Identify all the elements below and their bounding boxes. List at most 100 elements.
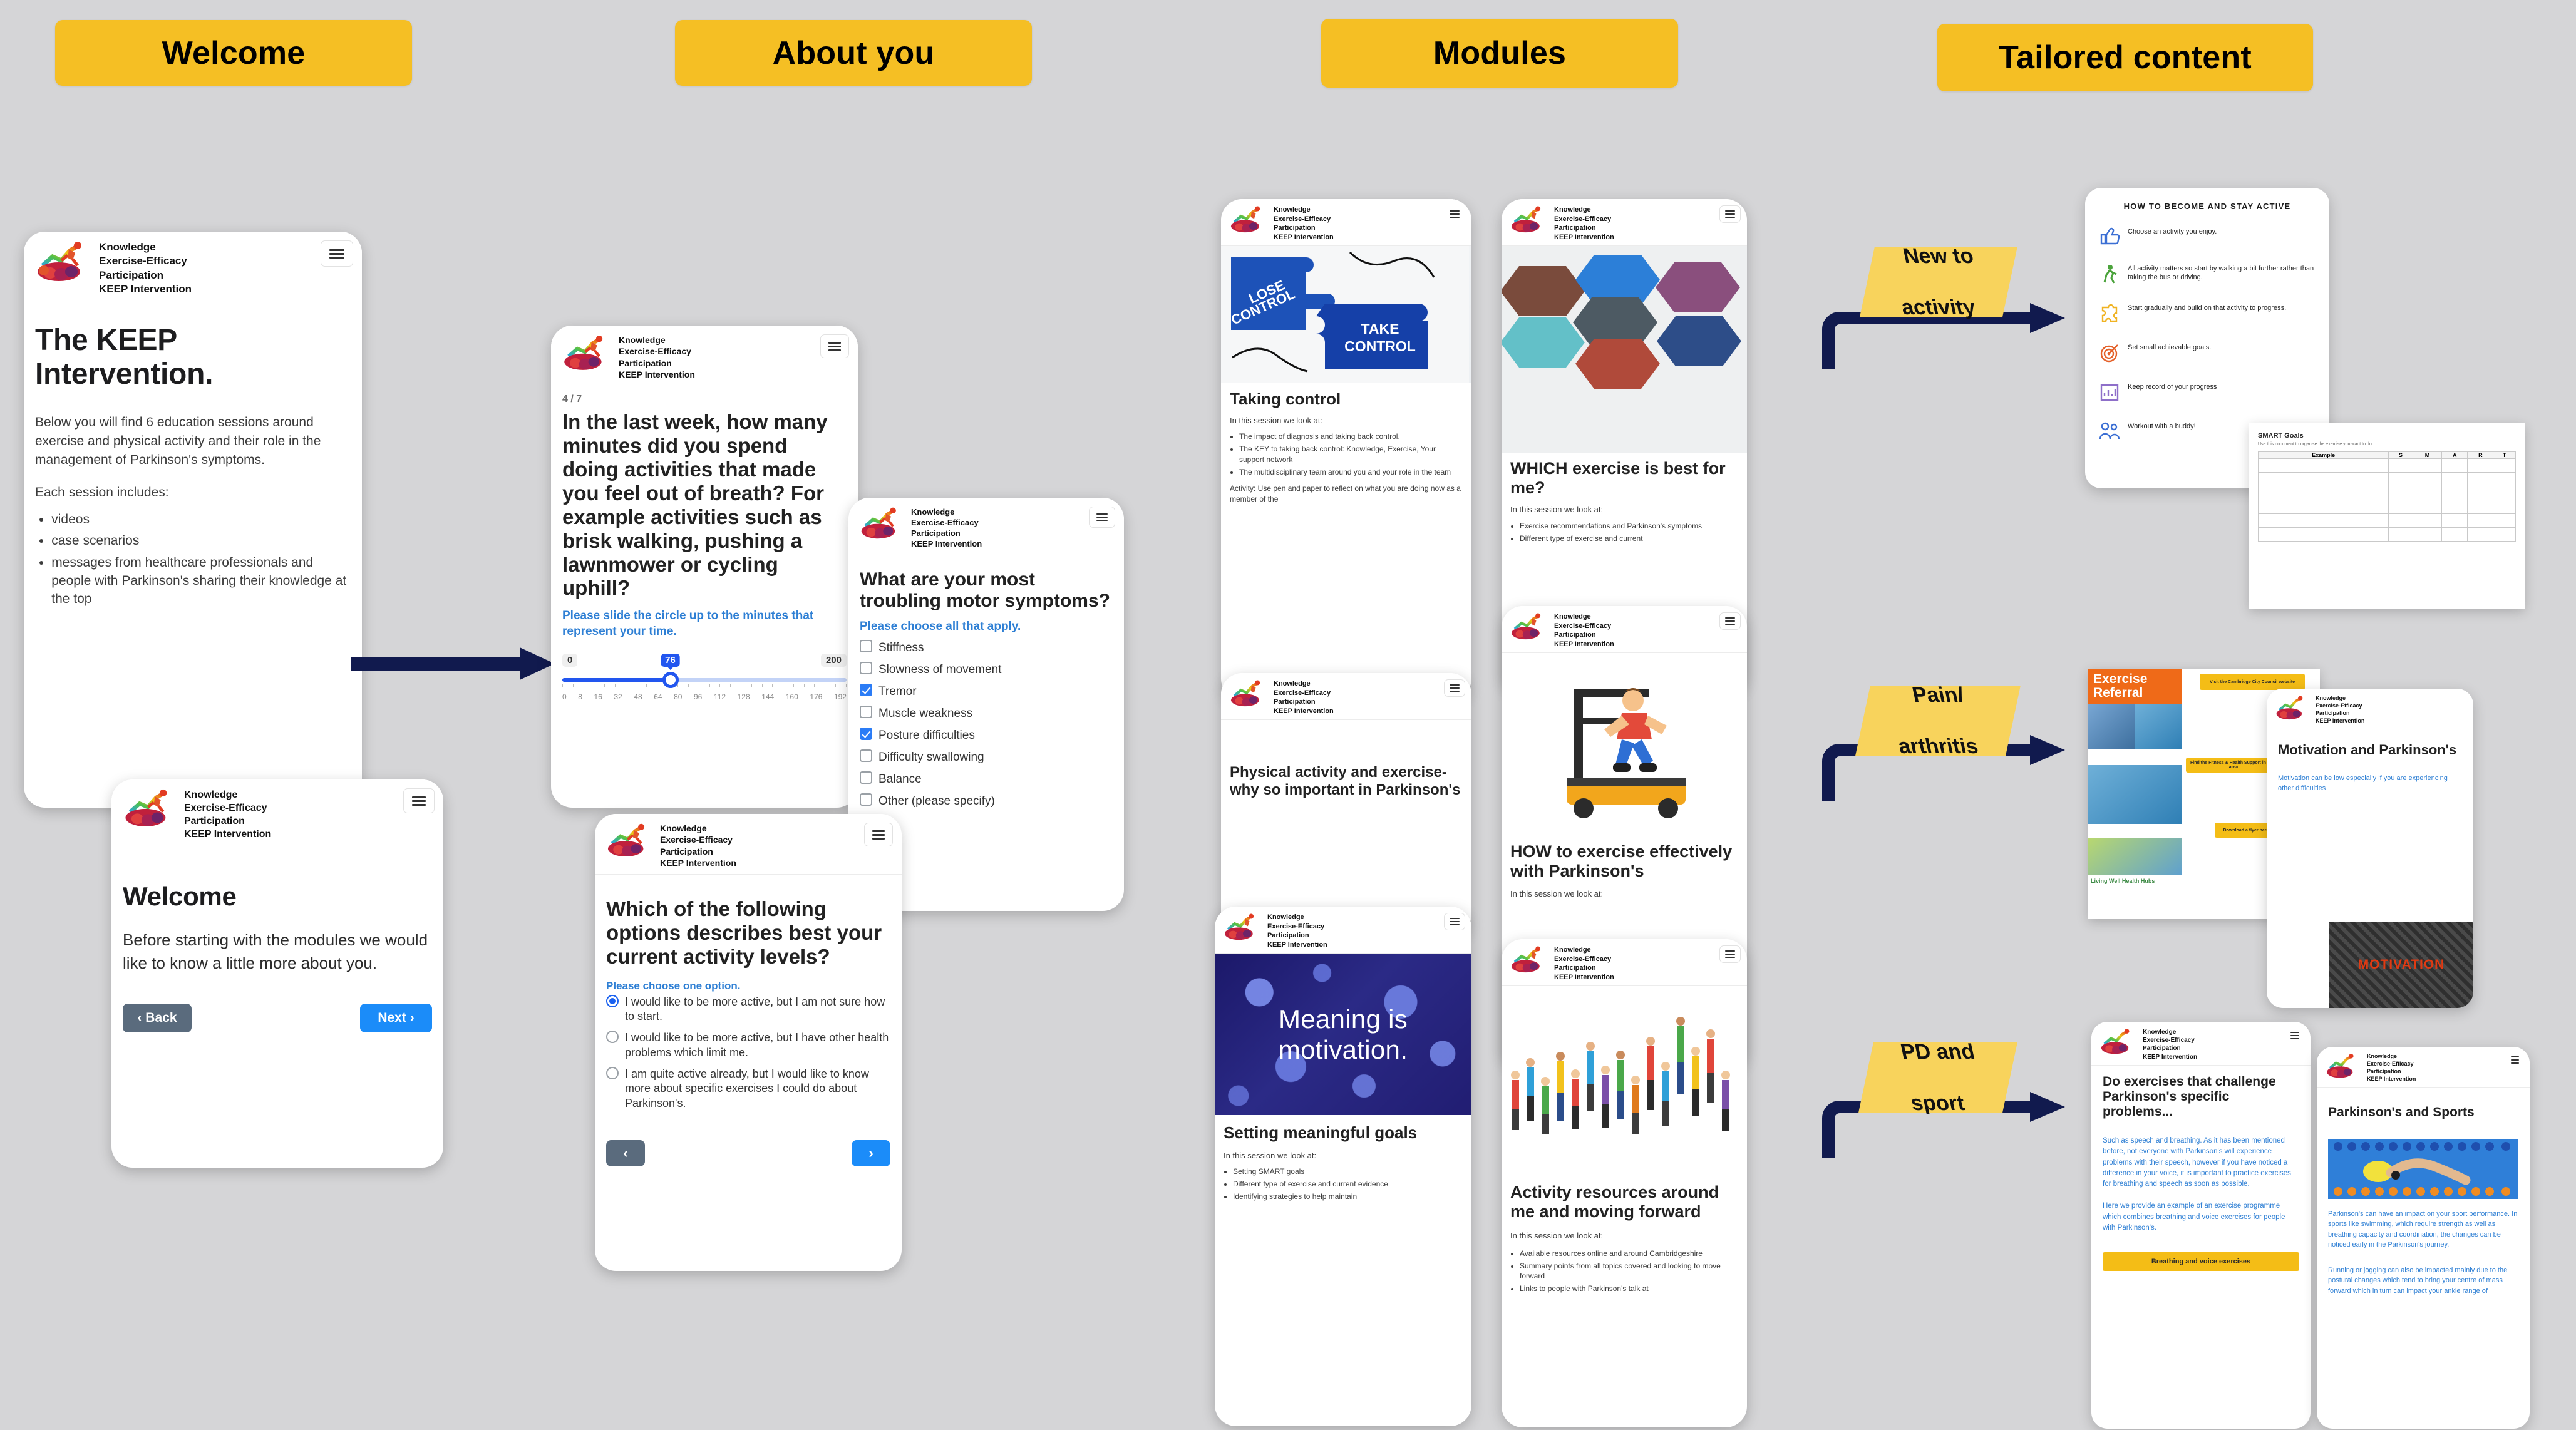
banner-welcome-label: Welcome	[162, 34, 306, 71]
tag-new-to-activity: New to activity	[1860, 244, 2017, 319]
menu-icon[interactable]	[1089, 507, 1115, 528]
pd-paragraph-2: Here we provide an example of an exercis…	[2103, 1202, 2285, 1232]
referral-heading: Exercise Referral	[2088, 669, 2182, 704]
brand-name: Knowledge Exercise-Efficacy Participatio…	[1274, 205, 1334, 242]
crowd-illustration	[1502, 986, 1747, 1175]
column-header: R	[2467, 451, 2494, 459]
app-header: Knowledge Exercise-Efficacy Participatio…	[848, 498, 1124, 555]
module-topics: Exercise recommendations and Parkinson's…	[1510, 521, 1738, 543]
menu-icon[interactable]	[2506, 1053, 2523, 1067]
brand-line-3: Participation	[1554, 631, 1596, 639]
brand-line-2: Exercise-Efficacy	[1554, 215, 1612, 223]
minutes-slider[interactable]: 0 200 76 0 8 16 32 48 64 80 96 112 128 1…	[562, 653, 847, 701]
infographic-row-text: All activity matters so start by walking…	[2128, 265, 2314, 282]
list-item: Exercise recommendations and Parkinson's…	[1520, 521, 1738, 532]
checkbox-option[interactable]: Slowness of movement	[860, 661, 1113, 677]
tag-pain-arthritis: Pain/ arthritis	[1855, 683, 2021, 758]
checkbox-icon[interactable]	[860, 705, 872, 718]
infographic-row: Start gradually and build on that activi…	[2099, 304, 2316, 327]
radio-option[interactable]: I would like to be more active, but I ha…	[606, 1031, 890, 1061]
brand-line-1: Knowledge	[911, 507, 955, 517]
menu-icon[interactable]	[2285, 1028, 2304, 1043]
brand-line-4: KEEP Intervention	[911, 539, 982, 549]
checkbox-icon-checked[interactable]	[860, 727, 872, 740]
radio-icon-selected[interactable]	[606, 994, 619, 1007]
app-header: Knowledge Exercise-Efficacy Participatio…	[1502, 199, 1747, 247]
checkbox-icon[interactable]	[860, 749, 872, 763]
back-button[interactable]: ‹ Back	[123, 1004, 192, 1033]
radio-icon[interactable]	[606, 1031, 619, 1044]
card-content: 4 / 7 In the last week, how many minutes…	[551, 386, 858, 808]
next-button[interactable]: Next ›	[360, 1004, 432, 1033]
swimming-photo	[2328, 1138, 2518, 1199]
next-button[interactable]: ›	[852, 1139, 890, 1166]
checkbox-option[interactable]: Other (please specify)	[860, 793, 1113, 809]
menu-icon[interactable]	[864, 823, 893, 846]
option-label: Slowness of movement	[878, 662, 1002, 676]
menu-icon[interactable]	[1719, 612, 1741, 630]
option-label: Stiffness	[878, 640, 924, 654]
checkbox-icon[interactable]	[860, 639, 872, 652]
page-title: Parkinson's and Sports	[2328, 1104, 2475, 1119]
checkbox-option[interactable]: Tremor	[860, 683, 1113, 699]
menu-icon[interactable]	[1444, 679, 1465, 697]
slider-track[interactable]	[562, 671, 847, 688]
brand-line-2: Exercise-Efficacy	[619, 346, 691, 357]
tag-line-2: sport	[1909, 1091, 1967, 1115]
referral-chip[interactable]: Visit the Cambridge City Council website	[2200, 674, 2305, 690]
radio-icon[interactable]	[606, 1066, 619, 1079]
brand-line-1: Knowledge	[1554, 946, 1591, 954]
brand-line-3: Participation	[660, 846, 713, 856]
checkbox-icon-checked[interactable]	[860, 683, 872, 696]
checkbox-option[interactable]: Difficulty swallowing	[860, 749, 1113, 765]
menu-icon[interactable]	[403, 788, 435, 813]
tick: 0	[562, 692, 567, 701]
banner-welcome: Welcome	[55, 20, 412, 86]
card-content: Parkinson's and Sports Parkinson's can h…	[2317, 1088, 2530, 1297]
column-header: A	[2441, 451, 2468, 459]
menu-icon[interactable]	[1719, 945, 1741, 963]
breathing-exercises-button[interactable]: Breathing and voice exercises	[2103, 1252, 2299, 1272]
list-intro: Each session includes:	[35, 485, 169, 500]
puzzle-control-image: LOSE CONTROL TAKE CONTROL	[1221, 246, 1471, 383]
brand-name: Knowledge Exercise-Efficacy Participatio…	[1274, 679, 1334, 716]
keep-logo-icon	[2274, 695, 2309, 720]
module-title: Setting meaningful goals	[1224, 1123, 1418, 1143]
tick: 192	[833, 692, 847, 701]
keep-logo-icon	[121, 788, 178, 827]
checkbox-option[interactable]: Balance	[860, 771, 1113, 787]
app-header: Knowledge Exercise-Efficacy Participatio…	[1502, 939, 1747, 987]
radio-option[interactable]: I would like to be more active, but I am…	[606, 994, 890, 1025]
menu-icon[interactable]	[1719, 205, 1741, 223]
brand-line-3: Participation	[2143, 1045, 2181, 1052]
brand-line-2: Exercise-Efficacy	[1554, 955, 1612, 963]
back-button[interactable]: ‹	[606, 1139, 645, 1166]
menu-icon[interactable]	[1444, 205, 1465, 223]
brand-line-2: Exercise-Efficacy	[911, 518, 979, 528]
list-item: Different type of exercise and current	[1520, 533, 1738, 544]
tag-text: PD and sport	[1899, 1039, 1977, 1116]
slider-knob[interactable]	[662, 671, 679, 688]
checkbox-icon[interactable]	[860, 771, 872, 784]
menu-icon[interactable]	[1444, 913, 1465, 930]
tick: 8	[578, 692, 582, 701]
brand-line-4: KEEP Intervention	[1274, 233, 1334, 241]
checkbox-option[interactable]: Posture difficulties	[860, 727, 1113, 743]
tick: 128	[737, 692, 750, 701]
slider-fill	[562, 677, 671, 682]
banner-about-you: About you	[675, 20, 1032, 86]
checkbox-icon[interactable]	[860, 793, 872, 806]
checkbox-option[interactable]: Stiffness	[860, 639, 1113, 656]
radio-option[interactable]: I am quite active already, but I would l…	[606, 1066, 890, 1111]
treadmill-illustration	[1502, 653, 1747, 835]
brand-line-2: Exercise-Efficacy	[184, 803, 267, 814]
checkbox-option[interactable]: Muscle weakness	[860, 705, 1113, 721]
menu-icon[interactable]	[321, 240, 353, 267]
phone-physical-activity: Knowledge Exercise-Efficacy Participatio…	[1221, 673, 1471, 936]
target-icon	[2099, 343, 2120, 366]
menu-icon[interactable]	[820, 334, 849, 358]
doc-parkinsons-and-sports: Knowledge Exercise-Efficacy Participatio…	[2317, 1047, 2530, 1429]
motivation-video-thumbnail[interactable]: Meaning is motivation.	[1215, 954, 1471, 1116]
checkbox-icon[interactable]	[860, 661, 872, 674]
brand-line-1: Knowledge	[2367, 1053, 2398, 1059]
